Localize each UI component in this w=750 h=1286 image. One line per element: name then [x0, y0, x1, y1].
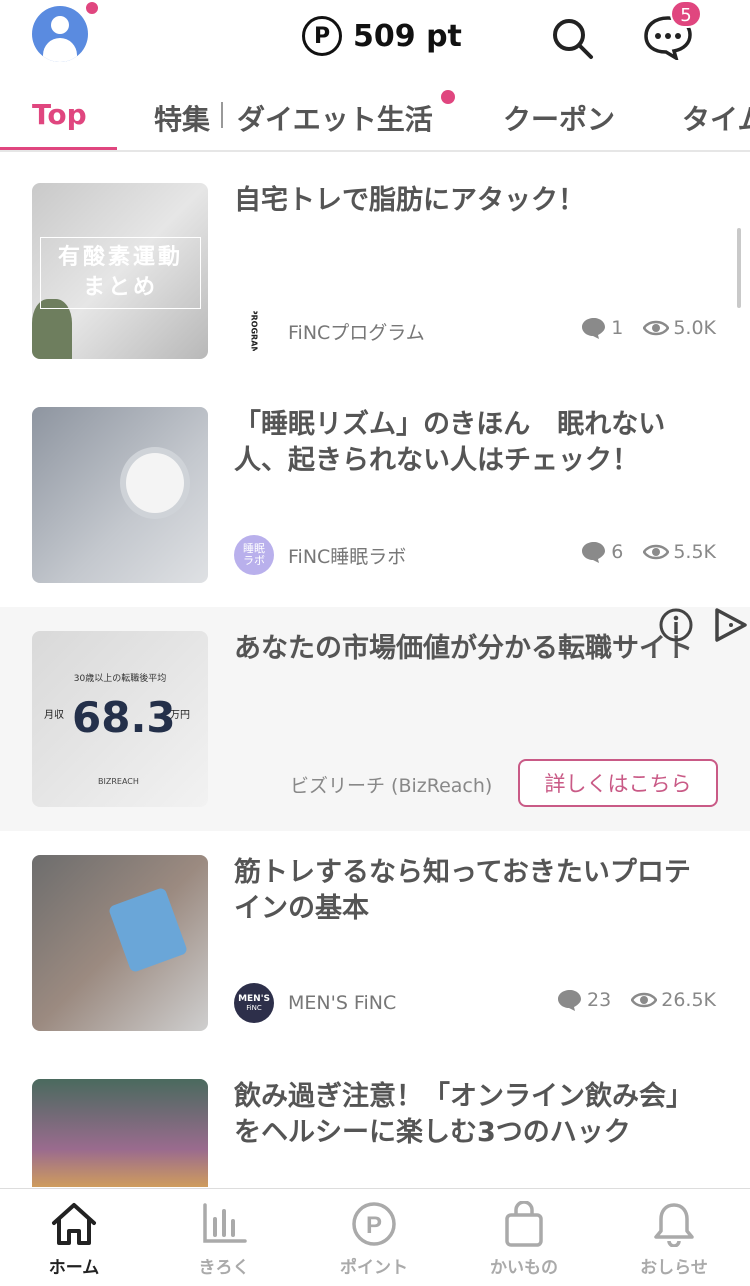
- article-source[interactable]: 睡眠ラボ FiNC睡眠ラボ: [234, 535, 406, 575]
- nav-records-label: きろく: [198, 1258, 250, 1278]
- eye-icon: [643, 320, 670, 336]
- program-logo-text: PROGRAM: [249, 311, 259, 351]
- tab-feature[interactable]: 特集: [154, 98, 210, 138]
- article-stats: 6 5.5K: [581, 541, 716, 563]
- nav-points-label: ポイント: [340, 1258, 408, 1278]
- ad-choices-icon[interactable]: [712, 607, 750, 643]
- caption-line-2: まとめ: [82, 275, 158, 300]
- tab-time[interactable]: タイム: [682, 98, 750, 138]
- point-icon: P: [352, 1202, 396, 1246]
- active-tab-indicator: [0, 147, 117, 150]
- source-name: MEN'S FiNC: [288, 992, 397, 1014]
- mens-logo-text-2: FiNC: [246, 1003, 262, 1012]
- article-source[interactable]: PROGRAM FiNCプログラム: [234, 311, 425, 351]
- sleep-lab-logo-icon: 睡眠ラボ: [234, 535, 274, 575]
- article-card[interactable]: 「睡眠リズム」のきほん 眠れない人、起きられない人はチェック！ 睡眠ラボ FiN…: [0, 407, 750, 631]
- category-tabs: Top 特集 ダイエット生活 クーポン タイム: [0, 80, 750, 152]
- points-value: 509 pt: [353, 18, 462, 54]
- nav-points[interactable]: P ポイント: [314, 1201, 434, 1278]
- tab-separator: [221, 102, 223, 128]
- bottom-navigation: ホーム きろく P ポイント かいもの おしらせ: [0, 1188, 750, 1286]
- alarm-clock-image: [120, 447, 190, 519]
- ad-thumb-suffix: 万円: [170, 710, 190, 721]
- nav-home-label: ホーム: [48, 1258, 100, 1278]
- ad-card[interactable]: 30歳以上の転職後平均 月収 68.3 万円 BIZREACH あなたの市場価値…: [0, 607, 750, 831]
- article-thumbnail: 有酸素運動 まとめ: [32, 183, 208, 359]
- bell-icon: [654, 1203, 694, 1247]
- svg-text:P: P: [366, 1212, 382, 1239]
- ad-thumb-prefix: 月収: [44, 710, 64, 721]
- article-source[interactable]: MEN'S FiNC MEN'S FiNC: [234, 983, 396, 1023]
- message-count-badge: 5: [670, 0, 702, 28]
- user-avatar[interactable]: [32, 6, 88, 62]
- thumbnail-caption: 有酸素運動 まとめ: [40, 237, 201, 309]
- article-card[interactable]: 筋トレするなら知っておきたいプロテインの基本 MEN'S FiNC MEN'S …: [0, 855, 750, 1079]
- search-icon[interactable]: [548, 14, 596, 62]
- program-logo-icon: PROGRAM: [234, 311, 274, 351]
- ad-thumbnail: 30歳以上の転職後平均 月収 68.3 万円 BIZREACH: [32, 631, 208, 807]
- avatar-body: [43, 38, 77, 62]
- app-header: P 509 pt 5: [0, 0, 750, 80]
- nav-records[interactable]: きろく: [164, 1201, 284, 1278]
- tab-diet-life[interactable]: ダイエット生活: [237, 98, 433, 138]
- comment-icon: [582, 542, 606, 563]
- article-stats: 1 5.0K: [581, 317, 716, 339]
- article-card[interactable]: 飲み過ぎ注意！「オンライン飲み会」をヘルシーに楽しむ3つのハック: [0, 1079, 750, 1187]
- view-count: 5.5K: [673, 541, 716, 563]
- eye-icon: [631, 992, 658, 1008]
- article-title[interactable]: 「睡眠リズム」のきほん 眠れない人、起きられない人はチェック！: [234, 407, 714, 479]
- avatar-head: [51, 16, 69, 34]
- ad-thumb-caption: 30歳以上の転職後平均: [73, 674, 167, 684]
- ad-thumb-brand: BIZREACH: [98, 777, 139, 786]
- article-thumbnail: [32, 1079, 208, 1187]
- comment-icon: [558, 990, 582, 1011]
- nav-notifications-label: おしらせ: [640, 1258, 708, 1278]
- shopping-bag-icon: [505, 1201, 543, 1247]
- comment-icon: [582, 318, 606, 339]
- article-title[interactable]: 筋トレするなら知っておきたいプロテインの基本: [234, 855, 714, 927]
- avatar-notification-dot: [84, 0, 100, 16]
- mens-finc-logo-icon: MEN'S FiNC: [234, 983, 274, 1023]
- eye-icon: [643, 544, 670, 560]
- protein-shaker-image: [107, 886, 189, 974]
- article-card[interactable]: 有酸素運動 まとめ 自宅トレで脂肪にアタック！ PROGRAM FiNCプログラ…: [0, 183, 750, 407]
- info-icon[interactable]: [658, 607, 694, 643]
- comment-count: 6: [611, 541, 624, 563]
- article-title[interactable]: 飲み過ぎ注意！「オンライン飲み会」をヘルシーに楽しむ3つのハック: [234, 1079, 714, 1151]
- nav-shopping-label: かいもの: [490, 1258, 558, 1278]
- tab-top[interactable]: Top: [32, 98, 87, 131]
- article-title[interactable]: 自宅トレで脂肪にアタック！: [234, 183, 714, 219]
- home-icon: [52, 1203, 96, 1245]
- points-display[interactable]: P 509 pt: [302, 14, 462, 58]
- ad-thumb-value: 68.3: [72, 693, 176, 742]
- source-name: FiNC睡眠ラボ: [288, 545, 407, 568]
- ad-advertiser: ビズリーチ (BizReach): [290, 775, 493, 797]
- point-coin-icon: P: [302, 16, 342, 56]
- tab-coupon[interactable]: クーポン: [503, 98, 615, 138]
- view-count: 26.5K: [661, 989, 716, 1011]
- comment-count: 23: [587, 989, 612, 1011]
- ad-title[interactable]: あなたの市場価値が分かる転職サイト: [234, 631, 714, 667]
- tab-new-dot: [441, 90, 455, 104]
- comment-count: 1: [611, 317, 624, 339]
- source-name: FiNCプログラム: [288, 321, 425, 344]
- nav-shopping[interactable]: かいもの: [464, 1201, 584, 1278]
- sleep-lab-logo-text: 睡眠ラボ: [243, 542, 265, 567]
- nav-home[interactable]: ホーム: [14, 1201, 134, 1278]
- nav-notifications[interactable]: おしらせ: [614, 1201, 734, 1278]
- chart-icon: [203, 1203, 247, 1243]
- mens-logo-text-1: MEN'S: [238, 993, 270, 1004]
- article-stats: 23 26.5K: [557, 989, 716, 1011]
- ad-cta-button[interactable]: 詳しくはこちら: [518, 759, 718, 807]
- caption-line-1: 有酸素運動: [57, 245, 183, 270]
- view-count: 5.0K: [673, 317, 716, 339]
- article-thumbnail: [32, 855, 208, 1031]
- article-thumbnail: [32, 407, 208, 583]
